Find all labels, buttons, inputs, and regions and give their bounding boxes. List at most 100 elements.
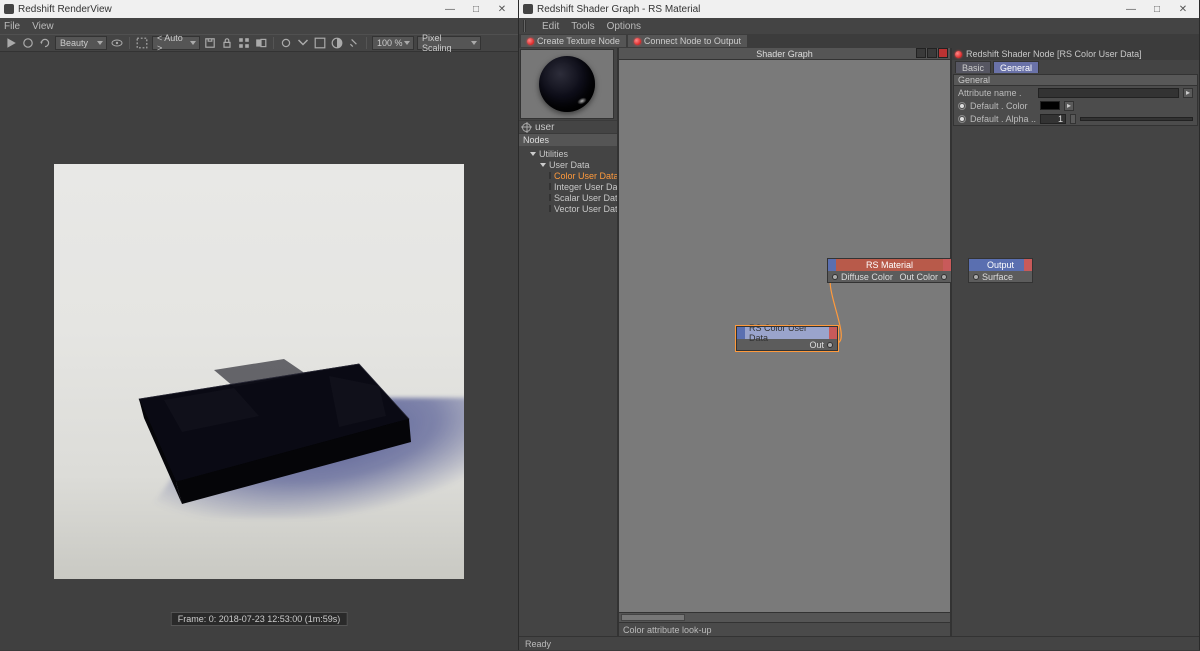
graph-close-button[interactable] — [938, 48, 948, 58]
eye-button[interactable] — [110, 36, 124, 50]
menu-file[interactable]: File — [4, 21, 20, 32]
menu-edit[interactable]: Edit — [542, 21, 559, 32]
contrast-button[interactable] — [330, 36, 344, 50]
aov-select[interactable]: Beauty — [55, 36, 107, 50]
tree-utilities[interactable]: Utilities — [521, 148, 615, 159]
zoom-select[interactable]: 100 % — [372, 36, 414, 50]
node-type-icon — [549, 194, 551, 201]
attr-tabs: Basic General — [952, 60, 1199, 73]
app-icon — [523, 4, 533, 14]
node-type-icon — [549, 172, 551, 179]
output-port[interactable] — [941, 274, 947, 280]
attr-attribute-name: Attribute name . ▸ — [954, 86, 1197, 99]
graph-header: Shader Graph — [619, 48, 950, 60]
tree-item-scalar[interactable]: Scalar User Data — [521, 192, 615, 203]
tab-general[interactable]: General — [993, 61, 1039, 73]
scaling-select[interactable]: Pixel Scaling — [417, 36, 481, 50]
graph-scrollbar[interactable] — [619, 612, 950, 622]
led-icon — [527, 38, 534, 45]
minimize-button[interactable]: — — [438, 2, 462, 16]
default-alpha-input[interactable] — [1040, 114, 1066, 124]
auto-select[interactable]: < Auto > — [152, 36, 200, 50]
tree-item-integer[interactable]: Integer User Data — [521, 181, 615, 192]
node-type-icon — [549, 183, 551, 190]
chevron-down-icon[interactable] — [296, 36, 310, 50]
compare-button[interactable] — [254, 36, 268, 50]
region-button[interactable] — [135, 36, 149, 50]
menu-options[interactable]: Options — [607, 21, 641, 32]
maximize-button[interactable]: □ — [1145, 2, 1169, 16]
cassette-model — [104, 304, 444, 504]
shadergraph-titlebar[interactable]: Redshift Shader Graph - RS Material — □ … — [519, 0, 1199, 18]
status-bar: Ready — [519, 636, 1199, 650]
node-tree[interactable]: Utilities User Data Color User Data Inte… — [519, 146, 617, 636]
nodes-header: Nodes — [519, 134, 617, 146]
input-port[interactable] — [973, 274, 979, 280]
output-port[interactable] — [827, 342, 833, 348]
store-button[interactable] — [203, 36, 217, 50]
renderview-window: Redshift RenderView — □ ✕ File View Beau… — [0, 0, 519, 650]
default-color-swatch[interactable] — [1040, 101, 1060, 110]
menu-grip-icon[interactable] — [523, 20, 526, 32]
attrname-picker[interactable]: ▸ — [1183, 88, 1193, 98]
shadergraph-menubar: Edit Tools Options — [519, 18, 1199, 34]
shadergraph-toolbar: Create Texture Node Connect Node to Outp… — [519, 34, 1199, 48]
graph-hint: Color attribute look-up — [619, 622, 950, 636]
render-status: Frame: 0: 2018-07-23 12:53:00 (1m:59s) — [171, 612, 348, 626]
refresh-button[interactable] — [38, 36, 52, 50]
node-list-panel: user Nodes Utilities User Data Color Use… — [519, 48, 617, 636]
shadergraph-window: Redshift Shader Graph - RS Material — □ … — [519, 0, 1200, 650]
create-texture-button[interactable]: Create Texture Node — [521, 35, 626, 47]
chevron-down-icon — [529, 150, 536, 157]
close-button[interactable]: ✕ — [1171, 2, 1195, 16]
render-button[interactable] — [4, 36, 18, 50]
grid-button[interactable] — [237, 36, 251, 50]
circle-button[interactable] — [279, 36, 293, 50]
render-viewport[interactable]: Frame: 0: 2018-07-23 12:53:00 (1m:59s) — [0, 52, 518, 650]
led-icon — [634, 38, 641, 45]
stepper-icon[interactable] — [1070, 114, 1076, 124]
target-icon — [522, 123, 531, 132]
picker-button[interactable] — [313, 36, 327, 50]
node-title: RS Color User Data — [745, 327, 829, 339]
tree-userdata[interactable]: User Data — [521, 159, 615, 170]
graph-frame-button[interactable] — [916, 48, 926, 58]
attr-default-alpha: Default . Alpha .. — [954, 112, 1197, 125]
graph-canvas[interactable]: RS Material Diffuse Color Out Color Outp… — [619, 60, 950, 612]
chevron-down-icon — [539, 161, 546, 168]
tree-item-color[interactable]: Color User Data — [521, 170, 615, 181]
attr-header: Redshift Shader Node [RS Color User Data… — [952, 48, 1199, 60]
renderview-toolbar: Beauty < Auto > 100 % Pixel Scaling — [0, 34, 518, 52]
tree-item-vector[interactable]: Vector User Data — [521, 203, 615, 214]
user-row[interactable]: user — [519, 120, 617, 134]
graph-expand-button[interactable] — [927, 48, 937, 58]
node-output[interactable]: Output Surface — [968, 258, 1033, 283]
menu-view[interactable]: View — [32, 21, 54, 32]
material-preview[interactable] — [520, 49, 614, 119]
tab-basic[interactable]: Basic — [955, 61, 991, 73]
scroll-thumb[interactable] — [621, 614, 685, 621]
default-alpha-slider[interactable] — [1080, 117, 1193, 121]
minimize-button[interactable]: — — [1119, 2, 1143, 16]
input-port[interactable] — [832, 274, 838, 280]
tools-button[interactable] — [347, 36, 361, 50]
menu-tools[interactable]: Tools — [571, 21, 594, 32]
node-color-userdata[interactable]: RS Color User Data Out — [736, 326, 838, 351]
stop-button[interactable] — [21, 36, 35, 50]
node-rs-material[interactable]: RS Material Diffuse Color Out Color — [827, 258, 952, 283]
node-title: RS Material — [836, 259, 943, 271]
renderview-titlebar[interactable]: Redshift RenderView — □ ✕ — [0, 0, 518, 18]
renderview-menubar: File View — [0, 18, 518, 34]
close-button[interactable]: ✕ — [490, 2, 514, 16]
led-icon — [955, 51, 962, 58]
radio-default-alpha[interactable] — [958, 115, 966, 123]
window-title: Redshift Shader Graph - RS Material — [537, 4, 700, 15]
attr-group-general: General Attribute name . ▸ Default . Col… — [953, 74, 1198, 126]
radio-default-color[interactable] — [958, 102, 966, 110]
attrname-input[interactable] — [1038, 88, 1179, 98]
connect-output-button[interactable]: Connect Node to Output — [628, 35, 747, 47]
lock-button[interactable] — [220, 36, 234, 50]
user-label: user — [535, 122, 554, 133]
maximize-button[interactable]: □ — [464, 2, 488, 16]
color-picker-button[interactable]: ▸ — [1064, 101, 1074, 111]
